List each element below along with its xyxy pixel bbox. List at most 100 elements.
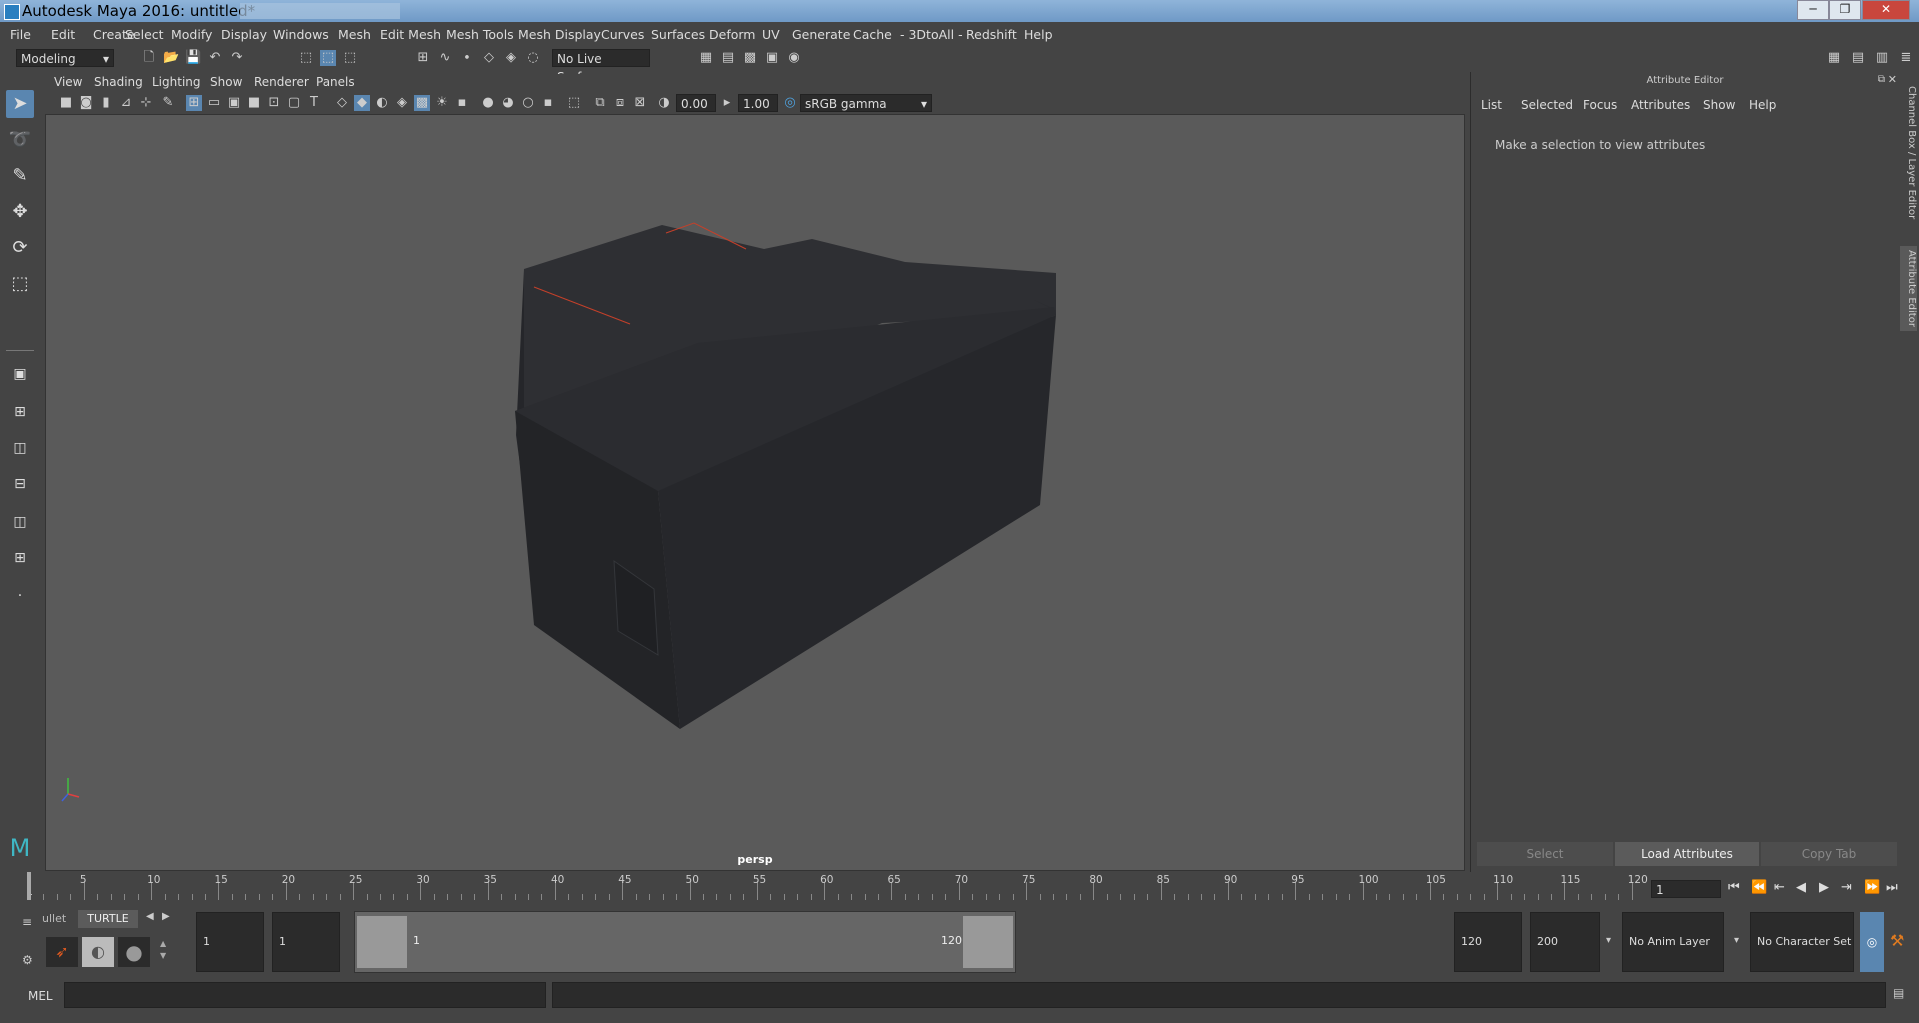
backface-culling-icon[interactable]: ⊠ [632,95,648,111]
shelf-menu-icon[interactable]: ≡ [22,915,32,929]
turtle-render-icon[interactable]: ➶ [46,937,78,967]
maximize-button[interactable]: ❐ [1829,0,1861,20]
scale-tool-icon[interactable]: ⬚ [6,270,34,298]
menu-generate[interactable]: Generate [792,27,850,42]
playback-start-field[interactable]: 1 [272,912,340,972]
menu-mesh-display[interactable]: Mesh Display [518,27,601,42]
anim-layer-chevron-icon[interactable]: ▾ [1606,935,1611,946]
paint-select-tool-icon[interactable]: ✎ [6,162,34,190]
minimize-button[interactable]: ─ [1797,0,1829,20]
use-all-lights-icon[interactable]: ☀ [434,95,450,111]
menu-3dtoall[interactable]: - 3DtoAll - [900,27,963,42]
shelf-scroll-up-icon[interactable]: ▲ [160,939,166,948]
vp-menu-shading[interactable]: Shading [94,75,143,89]
render-view-icon[interactable]: ▤ [720,50,736,66]
tab-attribute-editor[interactable]: Attribute Editor [1900,246,1917,331]
menu-help[interactable]: Help [1024,27,1053,42]
mel-command-input[interactable] [64,982,546,1008]
toggle-modeling-toolkit-icon[interactable]: ▦ [1826,50,1842,66]
resolution-gate-icon[interactable]: ▣ [226,95,242,111]
camera-attributes-icon[interactable]: ■ [58,95,74,111]
hypershade-layout-icon[interactable]: ◫ [6,508,34,536]
ae-menu-show[interactable]: Show [1703,98,1735,112]
ae-menu-help[interactable]: Help [1749,98,1776,112]
vp-menu-lighting[interactable]: Lighting [152,75,201,89]
vp-menu-view[interactable]: View [54,75,82,89]
motion-blur-icon[interactable]: ◕ [500,95,516,111]
shelf-tab-prev-icon[interactable]: ◀ [146,911,154,922]
close-panel-icon[interactable]: ✕ [1888,73,1897,86]
single-perspective-layout-icon[interactable]: ▣ [6,360,34,388]
character-set-chevron-icon[interactable]: ▾ [1734,935,1739,946]
play-backwards-icon[interactable]: ◀ [1796,880,1806,895]
grease-pencil-icon[interactable]: ✎ [160,95,176,111]
two-d-pan-icon[interactable]: ⊹ [138,95,154,111]
live-surface-field[interactable]: No Live Surface [552,49,650,84]
safe-action-icon[interactable]: ▢ [286,95,302,111]
range-slider[interactable]: 1 120 [354,911,1016,973]
xray-icon[interactable]: ⧉ [592,95,608,111]
depth-of-field-icon[interactable]: ▪ [540,95,556,111]
animation-end-field[interactable]: 200 [1530,912,1600,972]
anti-aliasing-icon[interactable]: ○ [520,95,536,111]
shelf-tab-bullet[interactable]: ullet [42,912,66,925]
save-scene-icon[interactable]: 💾 [185,50,201,66]
image-plane-icon[interactable]: ⊿ [118,95,134,111]
lasso-tool-icon[interactable]: ➰ [6,126,34,154]
select-tool-icon[interactable]: ➤ [6,90,34,118]
snap-grid-icon[interactable]: ⊞ [415,50,431,66]
persp-graph-layout-icon[interactable]: ⊟ [6,470,34,498]
exposure-field[interactable]: 0.00 [676,94,716,112]
smooth-shade-icon[interactable]: ◆ [354,95,370,111]
snap-curve-icon[interactable]: ∿ [437,50,453,66]
turtle-bake-icon[interactable]: ◐ [82,937,114,967]
ae-copy-tab-button[interactable]: Copy Tab [1761,842,1897,866]
menu-select[interactable]: Select [125,27,164,42]
view-transform-dropdown[interactable]: sRGB gamma ▾ [800,94,932,112]
current-frame-field[interactable]: 1 [1651,880,1721,898]
snap-vertex-icon[interactable]: ◌ [525,50,541,66]
menu-mesh-tools[interactable]: Mesh Tools [446,27,514,42]
menu-cache[interactable]: Cache [853,27,892,42]
range-start-handle[interactable] [357,916,407,968]
redo-icon[interactable]: ↷ [229,50,245,66]
hypershade-icon[interactable]: ◉ [786,50,802,66]
xray-joints-icon[interactable]: ⧈ [612,95,628,111]
menu-surfaces[interactable]: Surfaces [651,27,705,42]
render-current-icon[interactable]: ▩ [742,50,758,66]
vp-menu-renderer[interactable]: Renderer [254,75,309,89]
menu-edit[interactable]: Edit [51,27,75,42]
menu-uv[interactable]: UV [762,27,780,42]
menu-display[interactable]: Display [221,27,267,42]
film-gate-icon[interactable]: ▭ [206,95,222,111]
shelf-tab-next-icon[interactable]: ▶ [162,911,170,922]
persp-uv-layout-icon[interactable]: ⊞ [6,544,34,572]
shelf-scroll-down-icon[interactable]: ▼ [160,951,166,960]
default-material-icon[interactable]: ◐ [374,95,390,111]
toggle-channel-box-icon[interactable]: ≣ [1898,50,1914,66]
menu-curves[interactable]: Curves [601,27,644,42]
menu-deform[interactable]: Deform [709,27,755,42]
snap-surface-icon[interactable]: ◈ [503,50,519,66]
color-management-icon[interactable]: ◎ [782,95,798,111]
go-to-start-icon[interactable]: ⏮ [1728,880,1740,895]
range-end-handle[interactable] [963,916,1013,968]
toggle-attribute-editor-icon[interactable]: ▤ [1850,50,1866,66]
shelf-tab-turtle[interactable]: TURTLE [78,910,138,928]
step-forward-key-icon[interactable]: ⇥ [1841,880,1852,895]
new-scene-icon[interactable]: 🗋 [141,50,157,66]
shadows-icon[interactable]: ▪ [454,95,470,111]
go-to-end-icon[interactable]: ⏭ [1886,880,1898,895]
open-scene-icon[interactable]: 📂 [163,50,179,66]
time-slider[interactable]: 5 10 15 20 25 30 35 40 45 50 55 60 65 70 75 80 85 90 95 100… [26,872,1648,900]
step-back-key-icon[interactable]: ⇤ [1774,880,1785,895]
menu-file[interactable]: File [10,27,31,42]
ae-load-attributes-button[interactable]: Load Attributes [1615,842,1759,866]
select-component-icon[interactable]: ⬚ [342,50,358,66]
close-button[interactable]: ✕ [1862,0,1910,20]
menu-modify[interactable]: Modify [171,27,212,42]
ae-menu-attributes[interactable]: Attributes [1631,98,1690,112]
textured-icon[interactable]: ▩ [414,95,430,111]
custom-layout-icon[interactable]: · [6,582,34,610]
menu-redshift[interactable]: Redshift [966,27,1017,42]
